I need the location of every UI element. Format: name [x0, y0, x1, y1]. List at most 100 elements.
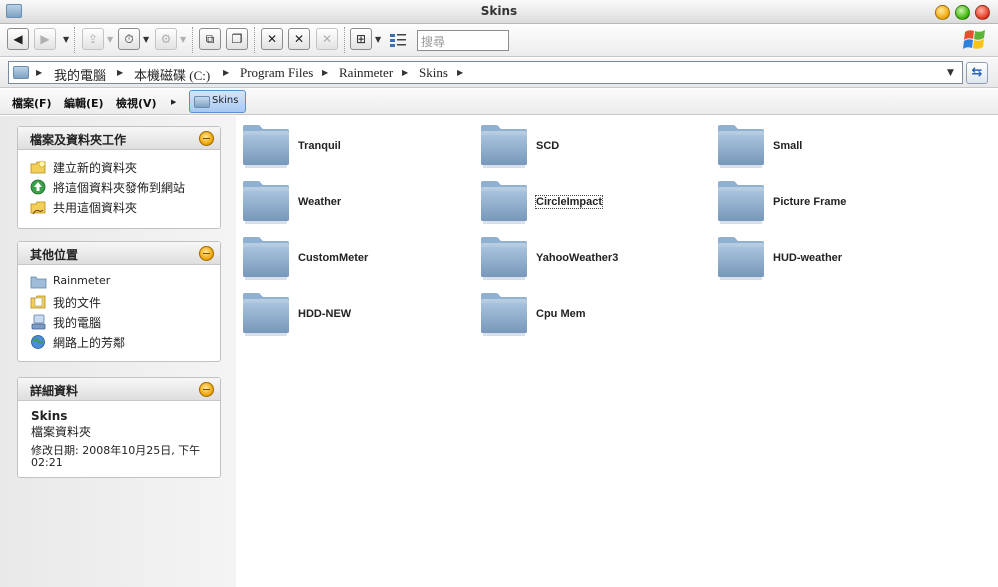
address-bar: ▶ 我的電腦 ▶ 本機磁碟 (C:) ▶ Program Files ▶ Rai…	[0, 58, 998, 88]
folder-name: CircleImpact	[534, 195, 604, 209]
panel-header[interactable]: 詳細資料	[18, 378, 220, 401]
delete-x-icon: ✕	[266, 32, 278, 46]
folder-icon	[241, 233, 291, 281]
minimize-button[interactable]	[935, 5, 950, 20]
breadcrumb-separator-icon[interactable]: ▶	[402, 68, 408, 77]
close-button[interactable]	[975, 5, 990, 20]
window-title: Skins	[480, 4, 518, 18]
folder-icon	[194, 96, 210, 108]
breadcrumb-item[interactable]: Rainmeter	[339, 65, 393, 81]
delete-button[interactable]: ✕	[261, 28, 283, 50]
detail-modified-time: 02:21	[31, 456, 63, 469]
breadcrumb-separator-icon[interactable]: ▶	[36, 68, 42, 77]
copy-to-icon: ❐	[231, 32, 243, 46]
menu-view[interactable]: 檢視(V)	[116, 95, 157, 111]
folder-item[interactable]: HUD-weather	[716, 233, 936, 283]
detail-name: Skins	[31, 409, 68, 423]
folder-item[interactable]: Weather	[241, 177, 461, 227]
current-folder-chip[interactable]: Skins	[189, 90, 246, 113]
settings-dropdown-icon[interactable]: ▼	[180, 35, 186, 44]
settings-button[interactable]: ⚙	[155, 28, 177, 50]
folder-item[interactable]: Tranquil	[241, 121, 461, 171]
views-button[interactable]: ⊞	[350, 28, 372, 50]
move-to-button[interactable]: ⧉	[199, 28, 221, 50]
place-label: Rainmeter	[53, 274, 111, 287]
panel-title: 詳細資料	[30, 384, 79, 398]
toolbar-separator	[192, 27, 193, 53]
breadcrumb-item[interactable]: 本機磁碟 (C:)	[134, 65, 210, 84]
folder-item[interactable]: Picture Frame	[716, 177, 936, 227]
refresh-button[interactable]: ⇆	[966, 62, 988, 84]
up-folder-icon: ⇪	[87, 32, 99, 46]
folders-tree-icon[interactable]	[389, 32, 407, 48]
breadcrumb-item[interactable]: Skins	[419, 65, 448, 81]
address-field[interactable]: ▶ 我的電腦 ▶ 本機磁碟 (C:) ▶ Program Files ▶ Rai…	[8, 61, 963, 84]
folder-name: Picture Frame	[773, 196, 847, 208]
new-folder-icon	[30, 160, 46, 174]
folder-name: HUD-weather	[773, 252, 843, 264]
toolbar: ◀ ▶ ▼ ⇪ ▼ ⏱ ▼ ⚙ ▼ ⧉ ❐ ✕ ✕ ✕ ⊞ ▼ 搜尋	[0, 25, 998, 57]
forward-button[interactable]: ▶	[34, 28, 56, 50]
up-folder-button[interactable]: ⇪	[82, 28, 104, 50]
windows-logo-icon	[962, 28, 988, 52]
cut-button[interactable]: ✕	[288, 28, 310, 50]
other-places-panel: 其他位置 Rainmeter 我的文件 我的電腦 網路上的芳鄰	[17, 241, 221, 362]
folder-item[interactable]: Cpu Mem	[479, 289, 699, 339]
toolbar-separator	[74, 27, 75, 53]
back-button[interactable]: ◀	[7, 28, 29, 50]
folder-item[interactable]: SCD	[479, 121, 699, 171]
address-dropdown-icon[interactable]: ▼	[947, 68, 954, 78]
breadcrumb-separator-icon[interactable]: ▶	[322, 68, 328, 77]
breadcrumb-separator-icon[interactable]: ▶	[117, 68, 123, 77]
history-dropdown-icon[interactable]: ▼	[63, 35, 69, 44]
folder-view: Tranquil SCD Small Weather CircleImpact Pictu…	[236, 116, 998, 587]
cut-x-icon: ✕	[293, 32, 305, 46]
menu-file[interactable]: 檔案(F)	[12, 95, 52, 111]
folder-item[interactable]: YahooWeather3	[479, 233, 699, 283]
folder-item[interactable]: CircleImpact	[479, 177, 699, 227]
place-label: 網路上的芳鄰	[53, 336, 126, 350]
panel-header[interactable]: 檔案及資料夾工作	[18, 127, 220, 150]
forward-arrow-icon: ▶	[40, 32, 50, 46]
undo-button[interactable]: ✕	[316, 28, 338, 50]
folder-name: Weather	[298, 196, 342, 208]
folder-icon	[479, 233, 529, 281]
folder-name: Small	[773, 140, 803, 152]
search-input[interactable]: 搜尋	[417, 30, 509, 51]
folder-name: Cpu Mem	[536, 308, 586, 320]
folder-icon	[241, 121, 291, 169]
folder-icon	[716, 177, 766, 225]
folder-item[interactable]: Small	[716, 121, 936, 171]
folder-icon	[479, 289, 529, 337]
publish-web-icon	[30, 179, 46, 195]
collapse-icon[interactable]	[199, 246, 214, 261]
folder-icon	[479, 177, 529, 225]
back-arrow-icon: ◀	[13, 32, 23, 46]
collapse-icon[interactable]	[199, 131, 214, 146]
copy-to-button[interactable]: ❐	[226, 28, 248, 50]
up-dropdown-icon[interactable]: ▼	[107, 35, 113, 44]
move-to-icon: ⧉	[205, 32, 215, 46]
breadcrumb-item[interactable]: 我的電腦	[54, 65, 106, 84]
breadcrumb-separator-icon[interactable]: ▶	[223, 68, 229, 77]
network-places-icon	[31, 335, 45, 349]
maximize-button[interactable]	[955, 5, 970, 20]
panel-header[interactable]: 其他位置	[18, 242, 220, 265]
collapse-icon[interactable]	[199, 382, 214, 397]
share-folder-icon	[30, 201, 46, 215]
folder-item[interactable]: CustomMeter	[241, 233, 461, 283]
file-folder-tasks-panel: 檔案及資料夾工作 建立新的資料夾 將這個資料夾發佈到網站 共用這個資料夾	[17, 126, 221, 229]
views-dropdown-icon[interactable]: ▼	[375, 35, 381, 44]
refresh-arrows-icon: ⇆	[971, 65, 983, 80]
current-folder-label: Skins	[212, 95, 239, 106]
history-button[interactable]: ⏱	[118, 28, 140, 50]
task-pane: 檔案及資料夾工作 建立新的資料夾 將這個資料夾發佈到網站 共用這個資料夾 其他位…	[0, 116, 236, 587]
history-button-dropdown-icon[interactable]: ▼	[143, 35, 149, 44]
menu-edit[interactable]: 編輯(E)	[64, 95, 104, 111]
breadcrumb-item[interactable]: Program Files	[240, 65, 313, 81]
menu-chevron-icon[interactable]: ▶	[171, 98, 176, 106]
breadcrumb-separator-icon[interactable]: ▶	[457, 68, 463, 77]
gear-icon: ⚙	[160, 32, 172, 46]
title-bar: Skins	[0, 0, 998, 24]
folder-item[interactable]: HDD-NEW	[241, 289, 461, 339]
